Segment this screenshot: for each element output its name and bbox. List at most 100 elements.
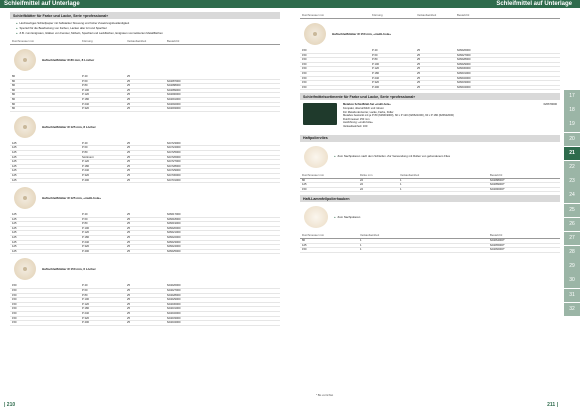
table-cell: 125 <box>302 243 307 247</box>
right-col-headers: Durchmesser mm Körnung Verkaufseinheit B… <box>300 12 560 19</box>
table-cell: P 120 <box>82 302 89 306</box>
table-cell: P 80 <box>82 84 88 88</box>
table-cell: 624731000 <box>167 178 181 182</box>
sanding-disc-image <box>304 23 326 45</box>
chapter-tab-17[interactable]: 17 <box>564 90 580 104</box>
lambswool-bonnet-image <box>304 206 328 229</box>
table-cell: 25 <box>127 240 130 244</box>
chapter-tab-19[interactable]: 19 <box>564 118 580 132</box>
table-cell: P 80 <box>82 222 88 226</box>
table-cell: 22 <box>360 187 363 191</box>
table-cell: P 60 <box>82 146 88 150</box>
left-product-blocks: Haftschleifblätter Ø 80 mm, 8 Löcher 80 P … <box>10 47 280 326</box>
col-diameter: Durchmesser mm <box>302 233 325 238</box>
table-cell: 25 <box>127 217 130 221</box>
table-cell: 626617000 <box>167 213 181 217</box>
table-cell: 624090000* <box>490 187 505 191</box>
table-cell: P 60 <box>82 79 88 83</box>
kit-order-number: 626679000 <box>543 103 557 107</box>
chapter-tab-29[interactable]: 29 <box>564 260 580 274</box>
table-cell: P 320 <box>82 316 89 320</box>
table-cell: 80 <box>12 102 15 106</box>
table-cell: 624728000 <box>167 164 181 168</box>
chapter-tab-32[interactable]: 32 <box>564 302 580 317</box>
sanding-disc-image <box>14 258 36 281</box>
chapter-tab-27[interactable]: 27 <box>564 231 580 246</box>
table-cell: 80 <box>12 84 15 88</box>
table-cell: 25 <box>127 213 130 217</box>
table-cell: 25 <box>127 231 130 235</box>
table-cell: 626627000 <box>457 53 471 57</box>
chapter-tab-31[interactable]: 31 <box>564 288 580 303</box>
table-cell: P 80 <box>372 58 378 62</box>
table-cell: 25 <box>127 312 130 315</box>
chapter-tab-22[interactable]: 22 <box>564 160 580 175</box>
table-cell: 125 <box>12 178 17 182</box>
footnote: * Bis verzichtet <box>316 394 334 397</box>
chapter-tab-21[interactable]: 21 <box>564 146 580 161</box>
table-cell: 125 <box>12 141 17 145</box>
table-cell: P 100 <box>372 62 379 66</box>
chapter-tab-26[interactable]: 26 <box>564 217 580 232</box>
table-cell: 125 <box>12 169 17 173</box>
kit-line: Verkaufseinheit: 160 <box>343 124 368 128</box>
table-row: 150 P 400 25 624034000 <box>10 321 280 326</box>
table-cell: 25 <box>127 316 130 320</box>
table-cell: 25 <box>417 58 420 62</box>
product-block: Haftschleifblätter Ø 150 mm, 6 Löcher <box>10 256 280 282</box>
chapter-tab-28[interactable]: 28 <box>564 246 580 260</box>
left-page: Schleifblätter für Farbe und Lacke, Seri… <box>10 12 280 396</box>
table-cell: 150 <box>12 289 17 293</box>
table-cell: 25 <box>417 49 420 52</box>
table-cell: 150 <box>302 67 307 71</box>
table-cell: P 100 <box>82 226 89 230</box>
table-cell: 25 <box>127 302 130 306</box>
table-cell: P 240 <box>372 76 379 80</box>
table-cell: 25 <box>127 284 130 288</box>
chapter-tab-23[interactable]: 23 <box>564 175 580 189</box>
table-cell: 624725000 <box>167 150 181 154</box>
product-block: Haftschleifblätter Ø 150 mm, «multi-hole… <box>300 21 560 47</box>
table-cell: 150 <box>12 293 17 297</box>
bullet-item: Z.B. zum Entgraten, Glätten von Fenster,… <box>16 31 274 36</box>
table-cell: P 40 <box>82 213 88 217</box>
table-cell: 125 <box>12 236 17 240</box>
chapter-tab-18[interactable]: 18 <box>564 104 580 118</box>
table-cell: P 180 <box>82 307 89 311</box>
chapter-tab-20[interactable]: 20 <box>564 132 580 147</box>
table-cell: 150 <box>12 284 17 288</box>
table-cell: 624066000* <box>490 248 505 252</box>
chapter-tab-25[interactable]: 25 <box>564 203 580 218</box>
table-cell: 80 <box>12 107 15 111</box>
table-cell: 626618000 <box>167 217 181 221</box>
table-cell: 125 <box>12 217 17 221</box>
table-cell: 25 <box>127 226 130 230</box>
left-header: Schleifmittel auf Unterlage <box>0 0 290 8</box>
table-cell: 22 <box>360 178 363 182</box>
table-cell: 624029000 <box>167 298 181 302</box>
table-cell: P 100 <box>82 88 89 92</box>
table-row: 150 P 400 25 626634000 <box>300 86 560 91</box>
table-cell: 626629000 <box>457 62 471 66</box>
product-block: Haftschleifblätter Ø 80 mm, 8 Löcher <box>10 47 280 73</box>
table-cell: 125 <box>12 150 17 154</box>
chapter-tab-24[interactable]: 24 <box>564 189 580 203</box>
sanding-disc-image <box>14 49 36 71</box>
chapter-tab-30[interactable]: 30 <box>564 274 580 289</box>
table-cell: 624030000 <box>167 302 181 306</box>
product-title: Haftschleifblätter Ø 125 mm, 8 Löcher <box>42 124 96 129</box>
table-cell: 25 <box>127 79 130 83</box>
lamm-table: 80 1 624064000* 125 1 624065000* 150 1 624066000… <box>300 239 560 254</box>
table-cell: P 40 <box>82 75 88 78</box>
table-cell: P 180 <box>82 97 89 101</box>
product-title: Haftschleifblätter Ø 150 mm, 6 Löcher <box>42 267 96 272</box>
table-cell: P 240 <box>82 240 89 244</box>
table-cell: 125 <box>302 183 307 187</box>
table-cell: 626619000 <box>167 222 181 226</box>
table-cell: 626625000 <box>167 249 181 253</box>
table-cell: 25 <box>127 289 130 293</box>
sanding-disc-image <box>14 187 36 210</box>
table-cell: P 400 <box>82 321 89 325</box>
table-cell: 624723000 <box>167 141 181 145</box>
table-row: 150 1 624066000* <box>300 248 560 254</box>
